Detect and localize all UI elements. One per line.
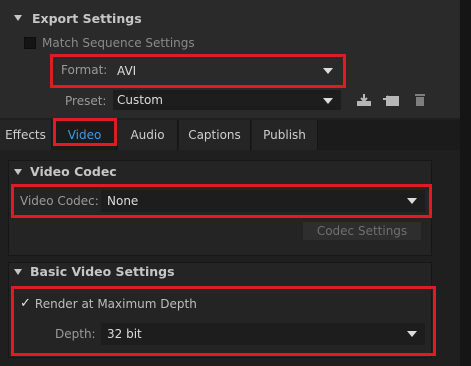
render-max-depth-row[interactable]: ✓ Render at Maximum Depth (20, 296, 197, 311)
video-codec-title: Video Codec (30, 164, 117, 179)
export-settings-header[interactable]: Export Settings (14, 8, 142, 28)
format-dropdown[interactable]: AVI (113, 60, 341, 82)
match-sequence-row[interactable]: Match Sequence Settings (24, 36, 195, 50)
collapse-triangle-icon[interactable] (14, 168, 22, 175)
render-max-depth-label: Render at Maximum Depth (34, 296, 197, 311)
format-label: Format: (61, 63, 108, 77)
tab-captions-label: Captions (188, 128, 241, 142)
codec-settings-button[interactable]: Codec Settings (302, 221, 422, 241)
basic-video-settings-header[interactable]: Basic Video Settings (14, 264, 175, 279)
format-value: AVI (117, 64, 137, 78)
import-preset-icon[interactable] (382, 92, 400, 108)
export-settings-title: Export Settings (32, 10, 142, 26)
tab-video[interactable]: Video (53, 120, 117, 150)
collapse-triangle-icon[interactable] (14, 15, 22, 21)
video-codec-header[interactable]: Video Codec (14, 164, 117, 179)
match-sequence-label: Match Sequence Settings (42, 36, 195, 50)
checkmark-icon[interactable]: ✓ (20, 296, 31, 311)
save-preset-icon[interactable] (355, 92, 373, 108)
depth-value: 32 bit (107, 327, 142, 341)
collapse-triangle-icon[interactable] (14, 268, 22, 275)
dropdown-arrow-icon (323, 98, 333, 104)
scrollbar-strip[interactable] (460, 0, 471, 366)
depth-label: Depth: (55, 327, 96, 341)
preset-value: Custom (117, 93, 163, 107)
tab-effects-label: Effects (5, 128, 46, 142)
delete-preset-icon[interactable] (411, 92, 429, 108)
tab-publish-label: Publish (263, 128, 306, 142)
tab-video-label: Video (67, 128, 102, 142)
preset-dropdown[interactable]: Custom (113, 90, 341, 110)
dropdown-arrow-icon (407, 198, 417, 204)
tab-strip: Effects Video Audio Captions Publish (0, 120, 460, 150)
tab-captions[interactable]: Captions (179, 120, 251, 150)
video-codec-label: Video Codec: (20, 194, 99, 208)
basic-video-settings-title: Basic Video Settings (30, 264, 175, 279)
dropdown-arrow-icon (407, 331, 417, 337)
tab-audio-label: Audio (130, 128, 165, 142)
video-codec-value: None (107, 194, 139, 208)
video-codec-dropdown[interactable]: None (101, 190, 425, 212)
depth-dropdown[interactable]: 32 bit (101, 323, 425, 345)
preset-label: Preset: (65, 94, 107, 108)
tab-publish[interactable]: Publish (252, 120, 318, 150)
tab-effects[interactable]: Effects (0, 120, 52, 150)
dropdown-arrow-icon (323, 68, 333, 74)
match-sequence-checkbox[interactable] (24, 37, 36, 49)
tab-audio[interactable]: Audio (118, 120, 178, 150)
